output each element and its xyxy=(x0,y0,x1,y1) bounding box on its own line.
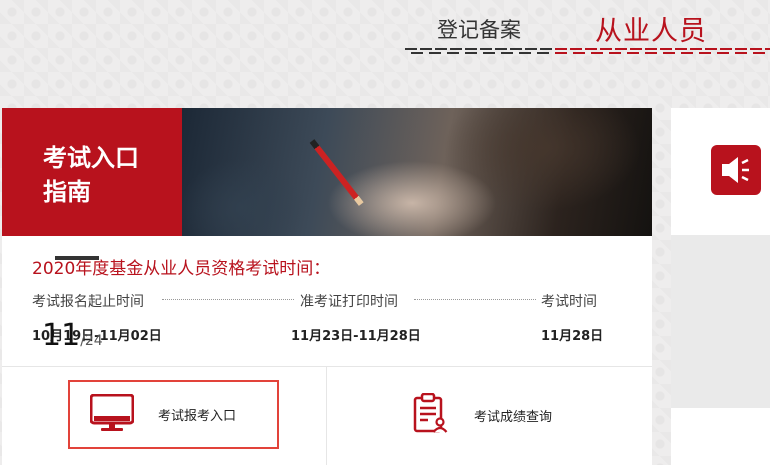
hero-photo xyxy=(182,108,652,236)
exam-score-label: 考试成绩查询 xyxy=(474,409,553,425)
dotted-connector xyxy=(414,299,536,300)
hero-pointer xyxy=(86,235,106,236)
schedule-value-exam-date: 11月28日 xyxy=(541,329,604,344)
schedule-label-admission-print: 准考证打印时间 xyxy=(300,294,398,310)
exam-score-query-button[interactable]: 考试成绩查询 xyxy=(412,392,553,437)
schedule-label-registration: 考试报名起止时间 xyxy=(32,294,144,310)
divider xyxy=(2,366,652,367)
hero-title: 考试入口 指南 xyxy=(2,108,182,236)
exam-registration-entry-button[interactable]: 考试报考入口 xyxy=(68,380,279,449)
tab-registration-filing[interactable]: 登记备案 xyxy=(437,14,521,44)
divider xyxy=(326,367,327,465)
date-underline xyxy=(55,256,99,260)
hero-title-line1: 考试入口 xyxy=(43,144,139,172)
news-date: 11/24 xyxy=(42,318,103,353)
monitor-icon xyxy=(89,393,135,436)
clipboard-person-icon xyxy=(412,392,448,437)
announcement-panel xyxy=(671,108,770,465)
exam-guide-card: 考试入口 指南 2020年度基金从业人员资格考试时间： 考试报名起止时间 准考证… xyxy=(2,108,652,465)
hero-banner: 考试入口 指南 xyxy=(2,108,652,236)
news-date-number: 11 xyxy=(42,318,81,353)
dotted-connector xyxy=(162,299,294,300)
news-date-suffix: /24 xyxy=(80,333,103,349)
announcement-header xyxy=(671,108,770,235)
tab-practitioners[interactable]: 从业人员 xyxy=(595,9,707,48)
featured-date-block[interactable] xyxy=(671,235,770,408)
top-nav: 登记备案 从业人员 xyxy=(405,0,770,62)
nav-ornament-rule-dark xyxy=(405,48,555,56)
speaker-icon xyxy=(711,145,761,195)
exam-registration-label: 考试报考入口 xyxy=(158,409,237,424)
hero-title-line2: 指南 xyxy=(43,178,91,206)
schedule-value-admission-print: 11月23日-11月28日 xyxy=(291,329,421,344)
schedule-label-exam-date: 考试时间 xyxy=(541,294,597,310)
